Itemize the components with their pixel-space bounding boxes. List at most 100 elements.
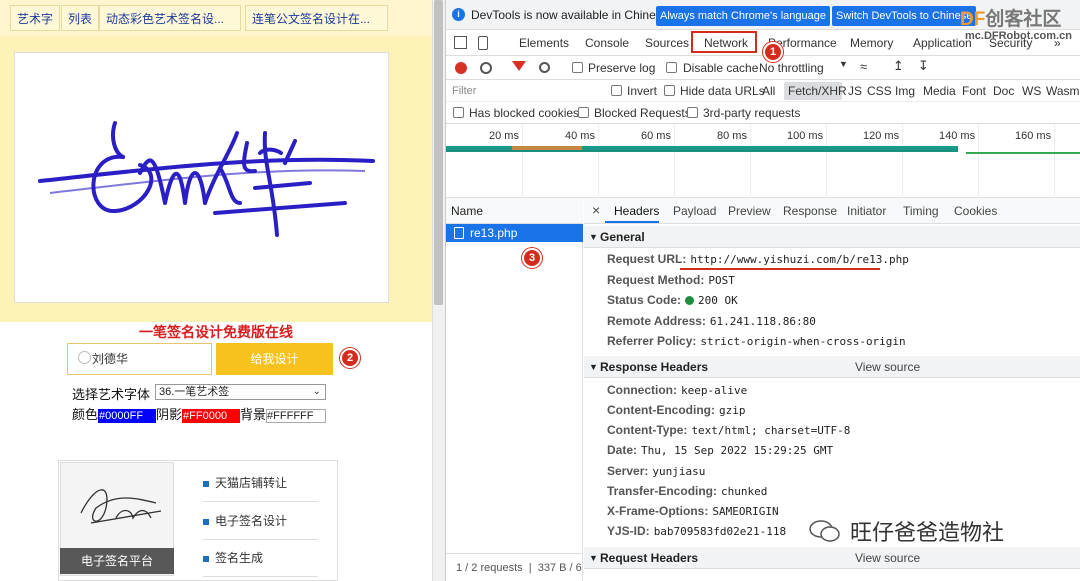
throttling-select[interactable]: No throttling — [759, 61, 824, 75]
download-icon[interactable]: ↧ — [918, 58, 929, 74]
filter-type-wasm[interactable]: Wasm — [1046, 84, 1080, 98]
inspect-element-icon[interactable] — [454, 36, 467, 49]
network-timeline[interactable]: 20 ms 40 ms 60 ms 80 ms 100 ms 120 ms 14… — [446, 124, 1080, 198]
filter-type-font[interactable]: Font — [962, 84, 986, 98]
tab-payload[interactable]: Payload — [673, 204, 716, 218]
request-headers-section-header[interactable]: ▼ Request Headers View source — [584, 547, 1080, 569]
preserve-log-checkbox[interactable] — [572, 62, 583, 73]
filter-input[interactable]: Filter — [452, 83, 602, 100]
close-icon[interactable]: × — [592, 202, 600, 218]
filter-type-all[interactable]: All — [762, 84, 775, 98]
match-language-button[interactable]: Always match Chrome's language — [656, 6, 830, 26]
tab-preview[interactable]: Preview — [728, 204, 771, 218]
filter-type-css[interactable]: CSS — [867, 84, 892, 98]
top-link-bar: 艺术字 列表 动态彩色艺术签名设... 连笔公文签名设计在... — [0, 0, 432, 36]
link-art-text[interactable]: 艺术字 — [10, 5, 61, 31]
tab-initiator[interactable]: Initiator — [847, 204, 886, 218]
timeline-bar-waiting — [512, 146, 582, 150]
active-tab-underline — [605, 221, 659, 223]
triangle-down-icon: ▼ — [589, 362, 598, 372]
tab-application[interactable]: Application — [913, 36, 972, 50]
info-icon: i — [452, 8, 465, 21]
triangle-down-icon: ▼ — [589, 553, 598, 563]
color-input[interactable]: #0000FF — [98, 408, 157, 423]
free-version-title: 一笔签名设计免费版在线 — [139, 324, 293, 340]
dfrobot-url-watermark: mc.DFRobot.com.cn — [965, 30, 1072, 42]
device-toolbar-icon[interactable] — [478, 36, 488, 50]
search-icon[interactable] — [539, 62, 550, 73]
wifi-icon[interactable]: ≈ — [860, 59, 867, 74]
bullet-icon — [203, 480, 209, 487]
hide-data-urls-label: Hide data URLs — [680, 84, 765, 98]
side-link-e-signature[interactable]: 电子签名设计 — [203, 510, 318, 540]
color-row: 颜色#0000FF 阴影#FF0000 背景#FFFFFF — [72, 404, 327, 423]
response-headers-section-header[interactable]: ▼ Response Headers View source — [584, 356, 1080, 378]
response-header-row: Connection: keep-alive — [607, 383, 748, 397]
link-official-signature[interactable]: 连笔公文签名设计在... — [245, 5, 388, 31]
tab-sources[interactable]: Sources — [645, 36, 689, 50]
background-input[interactable]: #FFFFFF — [266, 408, 327, 423]
view-source-link[interactable]: View source — [855, 547, 920, 569]
page-scrollbar-thumb[interactable] — [434, 0, 443, 305]
annotation-badge-2: 2 — [340, 348, 360, 368]
filter-type-media[interactable]: Media — [923, 84, 956, 98]
filter-type-img[interactable]: Img — [895, 84, 915, 98]
general-status-code: Status Code: 200 OK — [607, 293, 738, 307]
filter-funnel-icon[interactable] — [512, 61, 526, 71]
color-label: 颜色 — [72, 407, 99, 422]
third-party-checkbox[interactable] — [687, 107, 698, 118]
record-icon[interactable] — [455, 62, 467, 74]
thumbnail-caption: 电子签名平台 — [60, 548, 174, 574]
invert-label: Invert — [627, 84, 658, 98]
view-source-link[interactable]: View source — [855, 356, 920, 378]
section-title: Request Headers — [600, 551, 699, 565]
response-header-row: Server: yunjiasu — [607, 464, 706, 478]
font-select[interactable]: 36.一笔艺术签 ⌄ — [155, 384, 326, 400]
tab-headers[interactable]: Headers — [614, 204, 659, 218]
side-link-tmall-transfer[interactable]: 天猫店铺转让 — [203, 472, 318, 502]
request-count: 1 / 2 requests — [456, 562, 523, 574]
filter-type-fetch-xhr[interactable]: Fetch/XHR — [788, 84, 847, 98]
timeline-tick: 20 ms — [489, 130, 519, 142]
side-link-label: 天猫店铺转让 — [215, 476, 288, 490]
tab-response[interactable]: Response — [783, 204, 837, 218]
generate-design-button[interactable]: 给我设计 — [216, 343, 333, 375]
timeline-tick: 120 ms — [863, 130, 900, 142]
tab-memory[interactable]: Memory — [850, 36, 893, 50]
filter-type-js[interactable]: JS — [848, 84, 862, 98]
font-select-value: 36.一笔艺术签 — [159, 386, 230, 398]
tab-elements[interactable]: Elements — [519, 36, 569, 50]
disable-cache-checkbox[interactable] — [666, 62, 677, 73]
author-watermark: 旺仔爸爸造物社 — [850, 520, 1005, 545]
tab-cookies[interactable]: Cookies — [954, 204, 997, 218]
blocked-requests-label: Blocked Requests — [594, 106, 691, 120]
filter-bar-2: Has blocked cookies Blocked Requests 3rd… — [446, 102, 1080, 124]
timeline-tick: 160 ms — [1015, 130, 1052, 142]
hide-data-urls-checkbox[interactable] — [664, 85, 675, 96]
tab-timing[interactable]: Timing — [903, 204, 939, 218]
tab-console[interactable]: Console — [585, 36, 629, 50]
blocked-cookies-label: Has blocked cookies — [469, 106, 580, 120]
link-animated-signature[interactable]: 动态彩色艺术签名设... — [99, 5, 241, 31]
timeline-bar-secondary — [966, 152, 1080, 154]
name-column-header[interactable]: Name — [446, 198, 583, 224]
side-link-signature-gen[interactable]: 签名生成 — [203, 547, 318, 577]
chevron-down-icon[interactable]: ▼ — [839, 59, 848, 69]
clear-icon[interactable] — [480, 62, 492, 74]
side-link-label: 电子签名设计 — [215, 514, 288, 528]
shadow-input[interactable]: #FF0000 — [182, 408, 241, 423]
request-row-re13[interactable]: re13.php — [446, 224, 583, 242]
upload-icon[interactable]: ↥ — [893, 58, 904, 74]
invert-checkbox[interactable] — [611, 85, 622, 96]
timeline-tick: 140 ms — [939, 130, 976, 142]
general-section-header[interactable]: ▼ General — [584, 226, 1080, 248]
filter-type-doc[interactable]: Doc — [993, 84, 1014, 98]
font-label: 选择艺术字体 — [72, 387, 151, 402]
detail-tabbar: × Headers Payload Preview Response Initi… — [584, 198, 1080, 224]
blocked-cookies-checkbox[interactable] — [453, 107, 464, 118]
link-list[interactable]: 列表 — [61, 5, 100, 31]
switch-chinese-button[interactable]: Switch DevTools to Chinese — [832, 6, 977, 26]
filter-type-ws[interactable]: WS — [1022, 84, 1041, 98]
section-title: General — [600, 230, 645, 244]
blocked-requests-checkbox[interactable] — [578, 107, 589, 118]
